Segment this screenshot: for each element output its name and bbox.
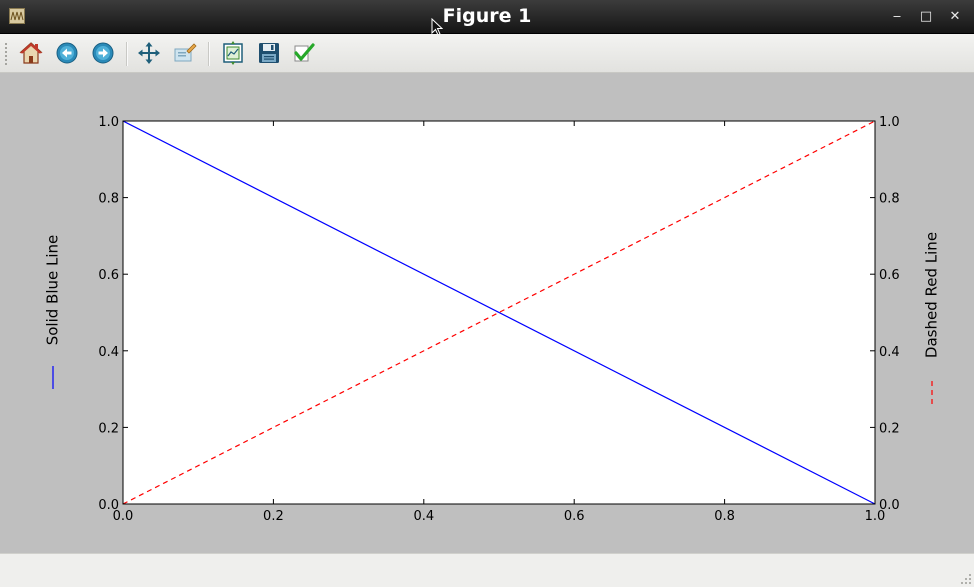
y-tick-label-right: 0.2 xyxy=(879,421,900,436)
plot-area[interactable]: 0.0 0.2 0.4 0.6 0.8 1.00.0 0.00.2 0.20.4 0.40.6 0… xyxy=(0,73,974,553)
home-icon xyxy=(19,42,43,64)
y-tick-label-right: 1.0 xyxy=(879,115,900,130)
status-bar xyxy=(0,553,974,587)
zoom-button[interactable] xyxy=(171,39,199,67)
back-button[interactable] xyxy=(53,39,81,67)
figure-canvas[interactable]: 0.0 0.2 0.4 0.6 0.8 1.0 0.0 0.0 0.2 0.2 0.4 0.4 0.6 0… xyxy=(0,73,974,553)
y-tick-label: 0.6 xyxy=(98,268,119,283)
home-button[interactable] xyxy=(17,39,45,67)
x-tick-label: 0.2 xyxy=(263,509,284,524)
legend-label-solid-blue: Solid Blue Line xyxy=(44,235,62,346)
y-tick-label: 0.4 xyxy=(98,345,119,360)
y-tick-label: 0.8 xyxy=(98,192,119,207)
close-icon: ✕ xyxy=(949,9,961,24)
maximize-icon: □ xyxy=(919,9,933,24)
subplots-icon xyxy=(223,41,243,65)
zoom-rect-icon xyxy=(174,43,197,62)
save-button[interactable] xyxy=(255,39,283,67)
window-title: Figure 1 xyxy=(442,5,532,27)
toolbar-separator xyxy=(126,42,128,66)
subplots-button[interactable] xyxy=(219,39,247,67)
toolbar-grip-icon[interactable] xyxy=(4,42,8,66)
y-tick-label-right: 0.4 xyxy=(879,345,900,360)
x-tick-label: 0.4 xyxy=(413,509,434,524)
legend-left: Solid Blue Line xyxy=(44,235,62,389)
maximize-button[interactable]: □ xyxy=(917,8,935,26)
y-tick-label: 0.0 xyxy=(98,498,119,513)
forward-arrow-icon xyxy=(92,42,114,64)
pan-button[interactable] xyxy=(135,39,163,67)
legend-label-dashed-red: Dashed Red Line xyxy=(923,232,941,358)
minimize-icon: ‒ xyxy=(892,9,902,24)
move-icon xyxy=(138,42,160,64)
x-tick-label: 0.8 xyxy=(714,509,735,524)
y-tick-label-right: 0.0 xyxy=(879,498,900,513)
window-titlebar[interactable]: Figure 1 ‒ □ ✕ xyxy=(0,0,974,34)
y-tick-label-right: 0.8 xyxy=(879,192,900,207)
y-tick-label: 1.0 xyxy=(98,115,119,130)
back-arrow-icon xyxy=(56,42,78,64)
floppy-disk-icon xyxy=(259,43,279,63)
navigation-toolbar xyxy=(0,34,974,73)
legend-right: Dashed Red Line xyxy=(923,232,941,404)
forward-button[interactable] xyxy=(89,39,117,67)
toolbar-separator xyxy=(208,42,210,66)
x-tick-label: 0.6 xyxy=(564,509,585,524)
minimize-button[interactable]: ‒ xyxy=(888,8,906,26)
customize-button[interactable] xyxy=(290,39,318,67)
y-tick-label-right: 0.6 xyxy=(879,268,900,283)
resize-grip-icon[interactable] xyxy=(960,573,972,585)
y-tick-label: 0.2 xyxy=(98,421,119,436)
close-button[interactable]: ✕ xyxy=(946,8,964,26)
checkmark-icon xyxy=(294,43,315,62)
